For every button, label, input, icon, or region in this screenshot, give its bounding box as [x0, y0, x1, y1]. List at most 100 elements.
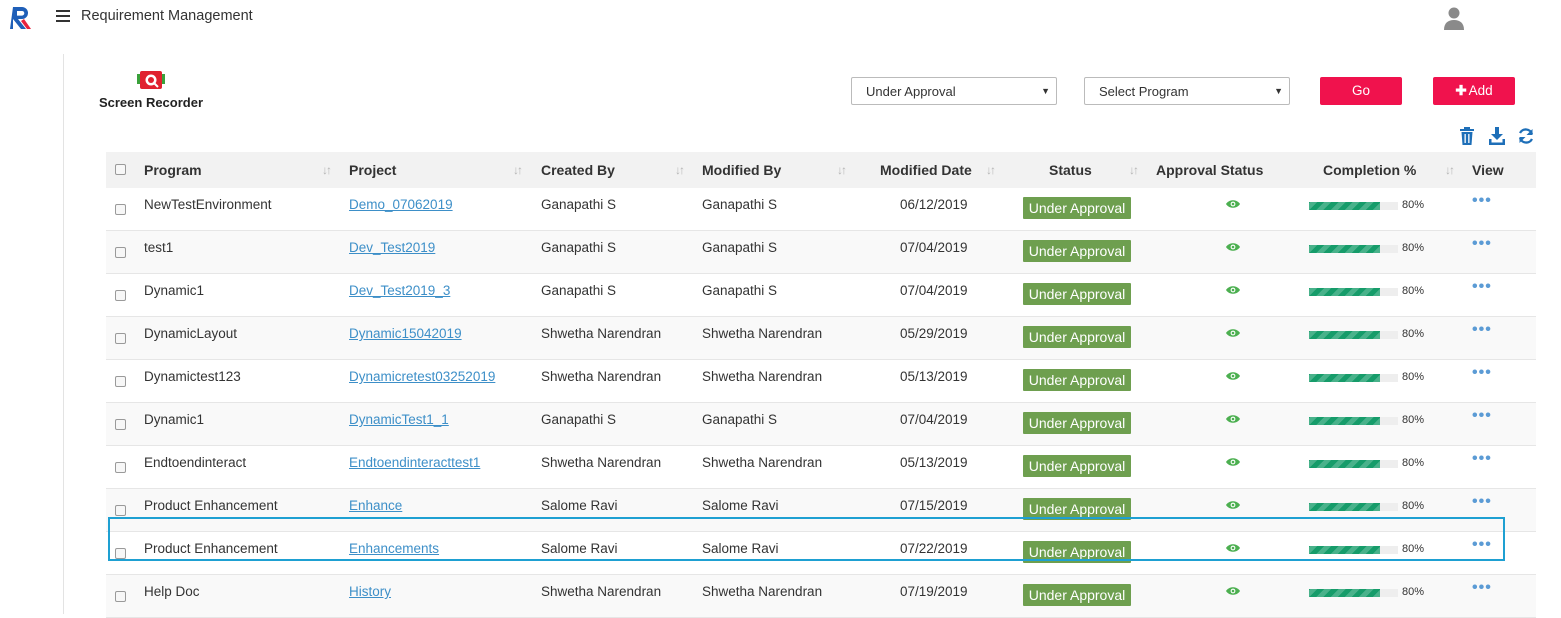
- table-row[interactable]: Help Doc History Shwetha Narendran Shwetha …: [106, 575, 1536, 618]
- sort-icon[interactable]: ↓↑: [986, 163, 996, 177]
- progress-fill: [1309, 460, 1381, 468]
- refresh-icon[interactable]: [1517, 126, 1535, 146]
- column-header-modified-date[interactable]: Modified Date: [880, 162, 972, 178]
- plus-icon: ✚: [1455, 83, 1467, 98]
- sort-icon[interactable]: ↓↑: [322, 163, 332, 177]
- column-header-program[interactable]: Program: [144, 162, 202, 178]
- more-options-icon[interactable]: •••: [1472, 579, 1492, 597]
- table-row[interactable]: Product Enhancement Enhance Salome Ravi Sal…: [106, 489, 1536, 532]
- table-row[interactable]: Endtoendinteract Endtoendinteracttest1 Shw…: [106, 446, 1536, 489]
- project-link[interactable]: Dev_Test2019_3: [349, 283, 450, 298]
- go-button[interactable]: Go: [1320, 77, 1402, 105]
- more-options-icon[interactable]: •••: [1472, 493, 1492, 511]
- table-row[interactable]: Dynamic1 DynamicTest1_1 Ganapathi S Ganapat…: [106, 403, 1536, 446]
- completion-progress-bar: [1309, 245, 1398, 253]
- column-header-view: View: [1472, 162, 1504, 178]
- more-options-icon[interactable]: •••: [1472, 278, 1492, 296]
- sort-icon[interactable]: ↓↑: [1129, 163, 1139, 177]
- eye-icon[interactable]: [1225, 284, 1241, 296]
- created-by-cell: Shwetha Narendran: [541, 369, 662, 384]
- eye-icon[interactable]: [1225, 499, 1241, 511]
- more-options-icon[interactable]: •••: [1472, 536, 1492, 554]
- table-row[interactable]: DynamicLayout Dynamic15042019 Shwetha Nare…: [106, 317, 1536, 360]
- modified-date-cell: 07/15/2019: [900, 498, 968, 513]
- program-cell: Dynamic1: [144, 412, 205, 427]
- table-row[interactable]: Dynamic1 Dev_Test2019_3 Ganapathi S Ganapat…: [106, 274, 1536, 317]
- sort-icon[interactable]: ↓↑: [675, 163, 685, 177]
- modified-by-cell: Shwetha Narendran: [702, 326, 823, 341]
- sort-icon[interactable]: ↓↑: [837, 163, 847, 177]
- screen-recorder-icon[interactable]: [137, 70, 165, 92]
- program-cell: Dynamictest123: [144, 369, 241, 384]
- eye-icon[interactable]: [1225, 198, 1241, 210]
- sort-icon[interactable]: ↓↑: [1445, 163, 1455, 177]
- column-header-created-by[interactable]: Created By: [541, 162, 615, 178]
- row-checkbox[interactable]: [115, 290, 126, 301]
- row-checkbox[interactable]: [115, 548, 126, 559]
- table-header: Program ↓↑ Project ↓↑ Created By ↓↑ Modi…: [106, 152, 1536, 188]
- created-by-cell: Ganapathi S: [541, 197, 617, 212]
- modified-date-cell: 07/04/2019: [900, 283, 968, 298]
- column-header-completion[interactable]: Completion %: [1323, 162, 1416, 178]
- user-avatar-icon[interactable]: [1442, 5, 1466, 31]
- table-row[interactable]: Dynamictest123 Dynamicretest03252019 Shwet…: [106, 360, 1536, 403]
- row-checkbox[interactable]: [115, 505, 126, 516]
- screen-recorder[interactable]: Screen Recorder: [96, 70, 206, 110]
- completion-percent: 80%: [1402, 414, 1425, 426]
- add-button[interactable]: ✚ Add: [1433, 77, 1515, 105]
- more-options-icon[interactable]: •••: [1472, 407, 1492, 425]
- column-header-status[interactable]: Status: [1049, 162, 1092, 178]
- sort-icon[interactable]: ↓↑: [513, 163, 523, 177]
- project-link[interactable]: History: [349, 584, 391, 599]
- status-badge: Under Approval: [1023, 326, 1131, 348]
- more-options-icon[interactable]: •••: [1472, 364, 1492, 382]
- progress-fill: [1309, 589, 1381, 597]
- menu-toggle-icon[interactable]: [56, 10, 70, 22]
- row-checkbox[interactable]: [115, 333, 126, 344]
- table-row[interactable]: Product Enhancement Enhancements Salome Ra…: [106, 532, 1536, 575]
- modified-by-cell: Salome Ravi: [702, 498, 779, 513]
- created-by-cell: Salome Ravi: [541, 498, 618, 513]
- project-link[interactable]: Dynamicretest03252019: [349, 369, 495, 384]
- rk-logo-icon[interactable]: [10, 5, 34, 31]
- project-link[interactable]: Dev_Test2019: [349, 240, 435, 255]
- modified-date-cell: 07/04/2019: [900, 240, 968, 255]
- eye-icon[interactable]: [1225, 456, 1241, 468]
- eye-icon[interactable]: [1225, 542, 1241, 554]
- eye-icon[interactable]: [1225, 241, 1241, 253]
- row-checkbox[interactable]: [115, 204, 126, 215]
- row-checkbox[interactable]: [115, 419, 126, 430]
- eye-icon[interactable]: [1225, 327, 1241, 339]
- trash-icon[interactable]: [1458, 126, 1476, 146]
- eye-icon[interactable]: [1225, 585, 1241, 597]
- project-link[interactable]: DynamicTest1_1: [349, 412, 449, 427]
- project-link[interactable]: Enhance: [349, 498, 402, 513]
- table-row[interactable]: test1 Dev_Test2019 Ganapathi S Ganapathi S 0…: [106, 231, 1536, 274]
- column-header-modified-by[interactable]: Modified By: [702, 162, 781, 178]
- more-options-icon[interactable]: •••: [1472, 192, 1492, 210]
- project-link[interactable]: Dynamic15042019: [349, 326, 462, 341]
- column-header-approval-status[interactable]: Approval Status: [1156, 162, 1263, 178]
- status-select[interactable]: Under Approval ▼: [851, 77, 1057, 105]
- completion-progress-bar: [1309, 417, 1398, 425]
- eye-icon[interactable]: [1225, 413, 1241, 425]
- row-checkbox[interactable]: [115, 591, 126, 602]
- column-header-project[interactable]: Project: [349, 162, 396, 178]
- project-link[interactable]: Endtoendinteracttest1: [349, 455, 480, 470]
- row-checkbox[interactable]: [115, 247, 126, 258]
- more-options-icon[interactable]: •••: [1472, 321, 1492, 339]
- eye-icon[interactable]: [1225, 370, 1241, 382]
- completion-progress-bar: [1309, 202, 1398, 210]
- select-all-checkbox[interactable]: [115, 164, 126, 175]
- table-row[interactable]: NewTestEnvironment Demo_07062019 Ganapathi…: [106, 188, 1536, 231]
- created-by-cell: Ganapathi S: [541, 412, 617, 427]
- project-link[interactable]: Enhancements: [349, 541, 439, 556]
- table-body: NewTestEnvironment Demo_07062019 Ganapathi…: [106, 188, 1536, 618]
- download-icon[interactable]: [1488, 126, 1506, 146]
- row-checkbox[interactable]: [115, 462, 126, 473]
- project-link[interactable]: Demo_07062019: [349, 197, 453, 212]
- more-options-icon[interactable]: •••: [1472, 450, 1492, 468]
- program-select[interactable]: Select Program ▼: [1084, 77, 1290, 105]
- more-options-icon[interactable]: •••: [1472, 235, 1492, 253]
- row-checkbox[interactable]: [115, 376, 126, 387]
